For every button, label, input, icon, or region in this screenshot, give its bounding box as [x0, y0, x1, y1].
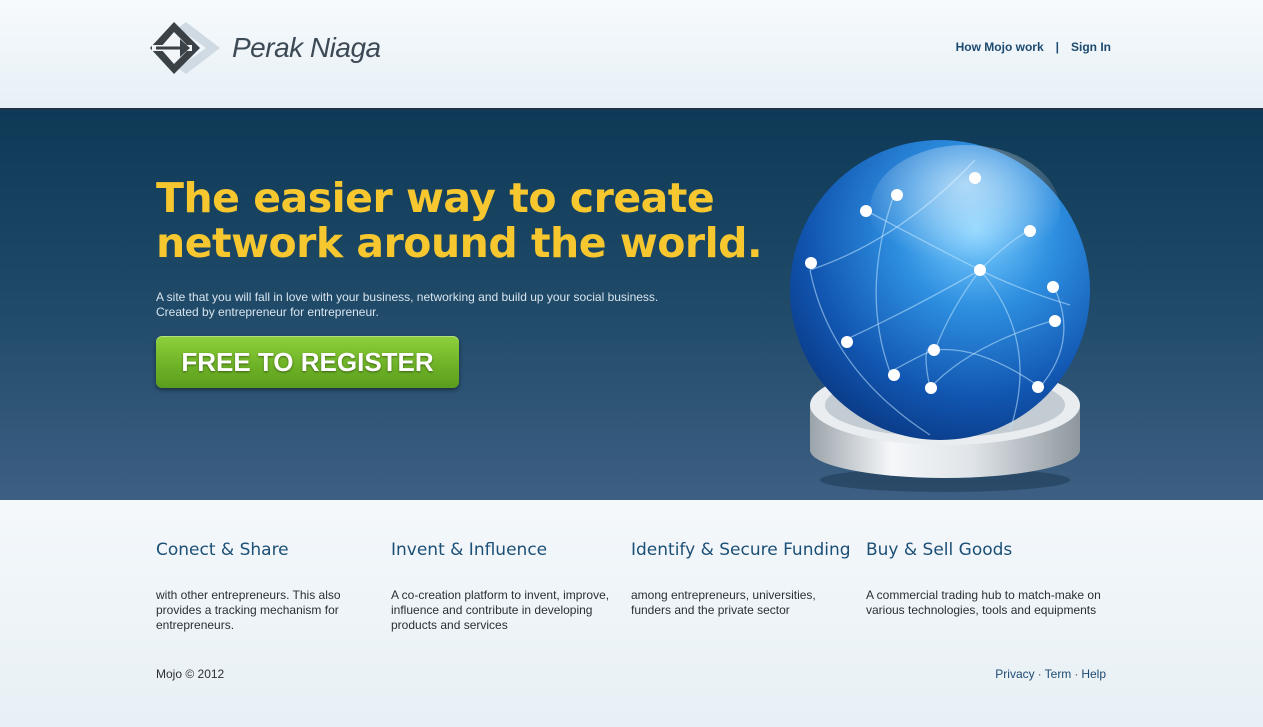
footer-dot: ·: [1074, 667, 1079, 681]
term-link[interactable]: Term: [1045, 667, 1072, 681]
feature-title: Identify & Secure Funding: [631, 540, 851, 560]
features-section: Conect & Share with other entrepreneurs.…: [0, 500, 1263, 727]
feature-text: A co-creation platform to invent, improv…: [391, 588, 610, 632]
feature-text: A commercial trading hub to match-make o…: [866, 588, 1101, 617]
help-link[interactable]: Help: [1081, 667, 1106, 681]
free-to-register-button[interactable]: FREE TO REGISTER: [156, 336, 459, 388]
nav-separator: |: [1055, 40, 1059, 54]
copyright: Mojo © 2012: [156, 667, 225, 681]
feature-title: Invent & Influence: [391, 540, 548, 560]
feature-text: with other entrepreneurs. This also prov…: [156, 588, 341, 632]
footer-dot: ·: [1037, 667, 1042, 681]
brand-name: Perak Niaga: [232, 32, 381, 63]
feature-identify-funding: Identify & Secure Funding among entrepre…: [631, 540, 851, 618]
hero-headline: The easier way to create network around …: [156, 174, 763, 267]
network-globe-icon: [790, 140, 1090, 492]
hero-section: The easier way to create network around …: [0, 110, 1263, 500]
feature-buy-sell: Buy & Sell Goods A commercial trading hu…: [866, 540, 1106, 618]
logo[interactable]: Perak Niaga: [150, 20, 390, 76]
privacy-link[interactable]: Privacy: [995, 667, 1034, 681]
site-header: Perak Niaga How Mojo work | Sign In: [0, 0, 1263, 110]
feature-connect-share: Conect & Share with other entrepreneurs.…: [156, 540, 376, 633]
feature-invent-influence: Invent & Influence A co-creation platfor…: [391, 540, 621, 633]
footer-links: Privacy · Term · Help: [995, 667, 1106, 681]
feature-title: Buy & Sell Goods: [866, 540, 1013, 560]
subtitle-line-1: A site that you will fall in love with y…: [156, 290, 659, 304]
hero-subtitle: A site that you will fall in love with y…: [156, 290, 716, 320]
feature-text: among entrepreneurs, universities, funde…: [631, 588, 816, 617]
headline-line-1: The easier way to create: [156, 174, 715, 222]
how-it-works-link[interactable]: How Mojo work: [956, 40, 1044, 54]
sign-in-link[interactable]: Sign In: [1071, 40, 1111, 54]
subtitle-line-2: Created by entrepreneur for entrepreneur…: [156, 305, 379, 319]
top-nav: How Mojo work | Sign In: [956, 40, 1111, 54]
feature-title: Conect & Share: [156, 540, 289, 560]
headline-line-2: network around the world.: [156, 219, 763, 267]
logo-mark-icon: [150, 22, 220, 74]
